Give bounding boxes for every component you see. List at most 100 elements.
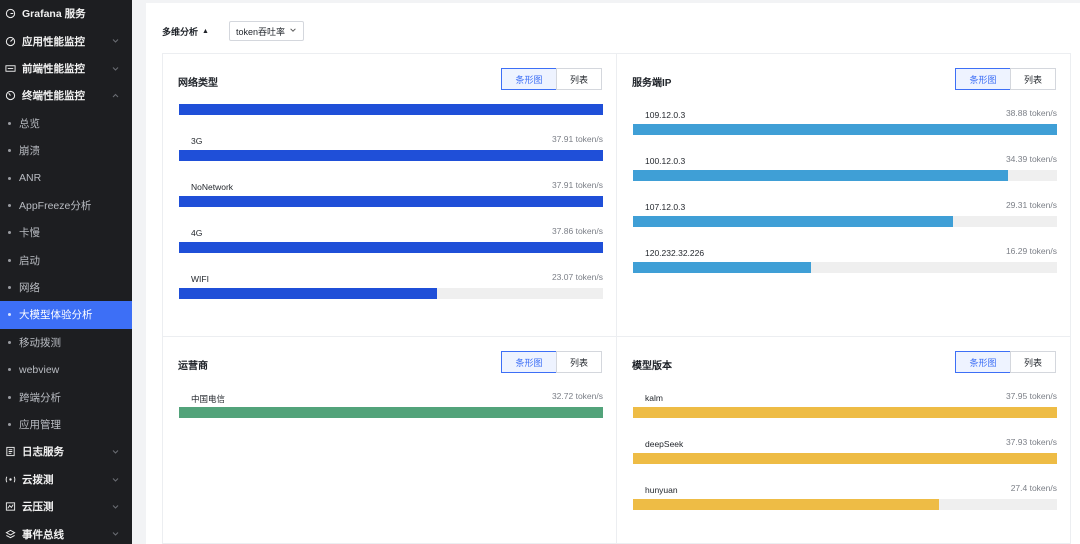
bar-label: 4G bbox=[191, 228, 203, 238]
bar-track bbox=[179, 407, 603, 418]
sidebar-item-label: 云压测 bbox=[22, 501, 54, 514]
web-icon bbox=[4, 62, 16, 74]
list-tab[interactable]: 列表 bbox=[556, 351, 602, 373]
sidebar-item-13[interactable]: webview bbox=[0, 356, 132, 383]
bar-label: 3G bbox=[191, 136, 203, 146]
view-toggle: 条形图 列表 bbox=[955, 351, 1056, 373]
sidebar-item-11[interactable]: 大模型体验分析 bbox=[0, 301, 132, 329]
bar-value: 37.86 token/s bbox=[551, 226, 603, 236]
bar-value: 27.4 token/s bbox=[1010, 483, 1057, 493]
bar-fill[interactable] bbox=[179, 104, 603, 115]
bar-fill[interactable] bbox=[179, 242, 603, 253]
bar-track bbox=[633, 124, 1057, 135]
bar-fill[interactable] bbox=[179, 150, 603, 161]
bar-label: 中国电信 bbox=[191, 394, 226, 404]
sidebar-item-18[interactable]: 云压测 bbox=[0, 493, 132, 520]
bar-label: 120.232.32.226 bbox=[645, 248, 705, 258]
bar-track bbox=[633, 407, 1057, 418]
sidebar-item-label: 应用性能监控 bbox=[22, 35, 85, 48]
bar-value: 23.07 token/s bbox=[551, 272, 603, 282]
list-tab[interactable]: 列表 bbox=[556, 68, 602, 90]
sidebar-item-label: ANR bbox=[19, 172, 42, 185]
bar-label: deepSeek bbox=[645, 439, 684, 449]
sidebar-item-9[interactable]: 启动 bbox=[0, 247, 132, 274]
sidebar-item-label: AppFreeze分析 bbox=[19, 199, 92, 212]
bullet-icon bbox=[8, 203, 11, 207]
sidebar-item-10[interactable]: 网络 bbox=[0, 274, 132, 301]
sidebar-item-2[interactable]: 前端性能监控 bbox=[0, 55, 132, 82]
sidebar-item-4[interactable]: 总览 bbox=[0, 110, 132, 137]
chevron-up-icon bbox=[111, 91, 120, 100]
sidebar-item-14[interactable]: 跨端分析 bbox=[0, 383, 132, 410]
bullet-icon bbox=[8, 423, 11, 427]
sidebar-item-8[interactable]: 卡慢 bbox=[0, 219, 132, 246]
sidebar-item-0[interactable]: Grafana 服务 bbox=[0, 0, 132, 27]
bar-track bbox=[633, 170, 1057, 181]
bar-track bbox=[179, 150, 603, 161]
network-type-panel: 网络类型 条形图 列表 3G 37.91 token/s NoNetwork 37.91 t… bbox=[162, 53, 617, 337]
main-content: 多维分析 ▲ token吞吐率 网络类型 条形图 列表 3G 37.91 token/s… bbox=[146, 3, 1080, 544]
caret-up-icon: ▲ bbox=[202, 27, 209, 35]
bar-fill[interactable] bbox=[633, 407, 1057, 418]
bar-fill[interactable] bbox=[179, 288, 438, 299]
sidebar-item-label: 日志服务 bbox=[22, 446, 64, 459]
bar-fill[interactable] bbox=[179, 196, 603, 207]
chevron-down-icon bbox=[111, 64, 120, 73]
bar-value: 29.31 token/s bbox=[1005, 200, 1057, 210]
bar-label: 107.12.0.3 bbox=[645, 202, 686, 212]
bullet-icon bbox=[8, 149, 11, 153]
bar-track bbox=[633, 499, 1057, 510]
bar-track bbox=[179, 288, 603, 299]
panel-title: 网络类型 bbox=[178, 78, 218, 89]
bar-label: WIFI bbox=[191, 274, 209, 284]
sidebar-item-label: 移动拨测 bbox=[19, 336, 61, 349]
bullet-icon bbox=[8, 176, 11, 180]
event-bus-icon bbox=[4, 528, 16, 540]
bar-value: 34.39 token/s bbox=[1005, 154, 1057, 164]
bar-fill[interactable] bbox=[633, 453, 1057, 464]
panel-title: 服务端IP bbox=[632, 78, 672, 89]
sidebar-item-6[interactable]: ANR bbox=[0, 164, 132, 191]
sidebar-item-7[interactable]: AppFreeze分析 bbox=[0, 192, 132, 219]
bar-fill[interactable] bbox=[633, 499, 940, 510]
bar-fill[interactable] bbox=[633, 124, 1057, 135]
bar-track bbox=[179, 104, 603, 115]
dimension-analysis-label: 多维分析 bbox=[162, 26, 199, 37]
view-toggle: 条形图 列表 bbox=[501, 351, 602, 373]
bar-value: 16.29 token/s bbox=[1005, 246, 1057, 256]
list-tab[interactable]: 列表 bbox=[1010, 351, 1056, 373]
sidebar-item-12[interactable]: 移动拨测 bbox=[0, 329, 132, 356]
bar-track bbox=[633, 216, 1057, 227]
sidebar-item-label: 应用管理 bbox=[19, 419, 61, 432]
bar-fill[interactable] bbox=[179, 407, 603, 418]
bar-chart-tab[interactable]: 条形图 bbox=[955, 68, 1011, 90]
sidebar-item-label: 跨端分析 bbox=[19, 391, 61, 404]
bullet-icon bbox=[8, 231, 11, 235]
bar-fill[interactable] bbox=[633, 262, 811, 273]
sidebar-item-16[interactable]: 日志服务 bbox=[0, 438, 132, 465]
dimension-analysis-toggle[interactable]: 多维分析 ▲ bbox=[162, 25, 209, 38]
bar-track bbox=[179, 242, 603, 253]
list-tab[interactable]: 列表 bbox=[1010, 68, 1056, 90]
bar-chart-tab[interactable]: 条形图 bbox=[501, 68, 557, 90]
sidebar-item-15[interactable]: 应用管理 bbox=[0, 411, 132, 438]
bar-value: 32.72 token/s bbox=[551, 391, 603, 401]
sidebar-item-19[interactable]: 事件总线 bbox=[0, 520, 132, 544]
bar-chart-tab[interactable]: 条形图 bbox=[955, 351, 1011, 373]
bar-track bbox=[633, 453, 1057, 464]
chevron-down-icon bbox=[111, 475, 120, 484]
bar-value: 37.91 token/s bbox=[551, 134, 603, 144]
sidebar-item-5[interactable]: 崩溃 bbox=[0, 137, 132, 164]
bar-fill[interactable] bbox=[633, 216, 953, 227]
bullet-icon bbox=[8, 368, 11, 372]
sidebar-item-17[interactable]: 云拨测 bbox=[0, 466, 132, 493]
sidebar-item-label: 大模型体验分析 bbox=[19, 309, 93, 322]
bar-value: 37.95 token/s bbox=[1005, 391, 1057, 401]
sidebar-item-3[interactable]: 终端性能监控 bbox=[0, 82, 132, 109]
chevron-down-icon bbox=[285, 26, 297, 36]
metric-select[interactable]: token吞吐率 bbox=[228, 21, 304, 41]
bar-chart-tab[interactable]: 条形图 bbox=[501, 351, 557, 373]
grafana-icon bbox=[4, 8, 16, 20]
sidebar-item-1[interactable]: 应用性能监控 bbox=[0, 27, 132, 54]
bar-fill[interactable] bbox=[633, 170, 1009, 181]
